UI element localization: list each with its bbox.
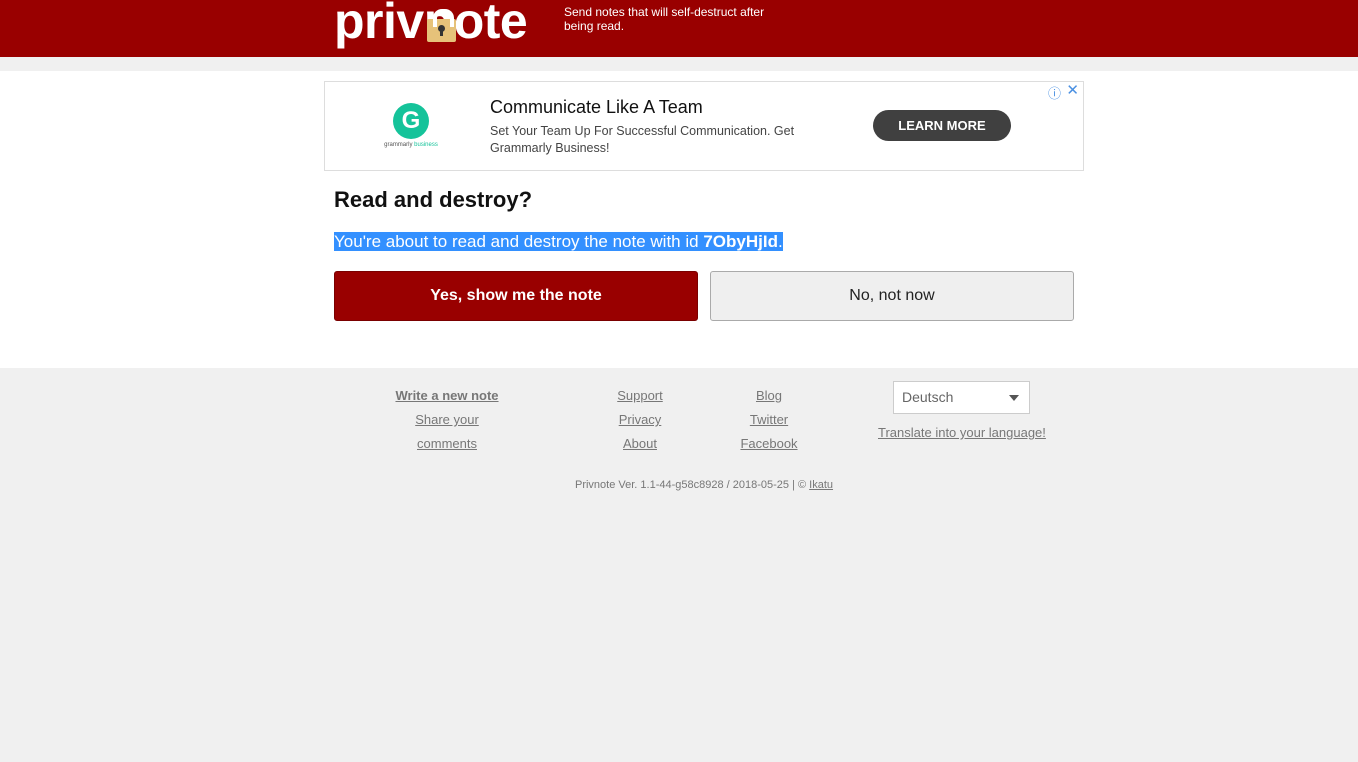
grammarly-g-icon: G <box>393 103 429 139</box>
translate-link[interactable]: Translate into your language! <box>878 425 1046 440</box>
about-link[interactable]: About <box>605 432 675 456</box>
privacy-link[interactable]: Privacy <box>605 408 675 432</box>
destroy-message: You're about to read and destroy the not… <box>334 232 783 251</box>
ad-close-icon[interactable]: ✕ <box>1066 81 1079 99</box>
support-link[interactable]: Support <box>605 384 675 408</box>
note-id: 7ObyHjId <box>703 232 778 251</box>
version-info: Privnote Ver. 1.1-44-g58c8928 / 2018-05-… <box>574 479 834 491</box>
footer: Write a new note Share your comments Sup… <box>0 368 1358 762</box>
chevron-down-icon <box>1009 395 1019 401</box>
ad-info-icon[interactable]: ⓘ <box>1048 83 1061 102</box>
twitter-link[interactable]: Twitter <box>734 408 804 432</box>
facebook-link[interactable]: Facebook <box>734 432 804 456</box>
learn-more-button[interactable]: LEARN MORE <box>873 110 1011 141</box>
footer-col-social: Blog Twitter Facebook <box>734 384 804 456</box>
blog-link[interactable]: Blog <box>734 384 804 408</box>
tagline: Send notes that will self-destruct after… <box>564 5 765 33</box>
ad-banner[interactable]: G grammarly business Communicate Like A … <box>324 81 1084 171</box>
main-content: G grammarly business Communicate Like A … <box>0 71 1358 368</box>
footer-col-notes: Write a new note Share your comments <box>384 384 510 456</box>
header: privnote Send notes that will self-destr… <box>0 0 1358 57</box>
lock-icon <box>427 9 456 42</box>
language-select[interactable]: Deutsch <box>893 381 1030 414</box>
not-now-button[interactable]: No, not now <box>710 271 1074 321</box>
share-comments-link[interactable]: Share your comments <box>384 408 510 456</box>
show-note-button[interactable]: Yes, show me the note <box>334 271 698 321</box>
ad-description: Set Your Team Up For Successful Communic… <box>490 124 795 155</box>
grammarly-brand-text: grammarly business <box>384 142 438 148</box>
privnote-logo[interactable]: privnote <box>334 0 544 52</box>
header-gap <box>0 57 1358 71</box>
ad-title[interactable]: Communicate Like A Team <box>490 97 703 118</box>
write-new-note-link[interactable]: Write a new note <box>384 384 510 408</box>
page-title: Read and destroy? <box>334 187 533 212</box>
grammarly-logo[interactable]: G grammarly business <box>383 103 439 153</box>
language-value: Deutsch <box>902 389 954 405</box>
footer-col-support: Support Privacy About <box>605 384 675 456</box>
ikatu-link[interactable]: Ikatu <box>809 479 833 491</box>
